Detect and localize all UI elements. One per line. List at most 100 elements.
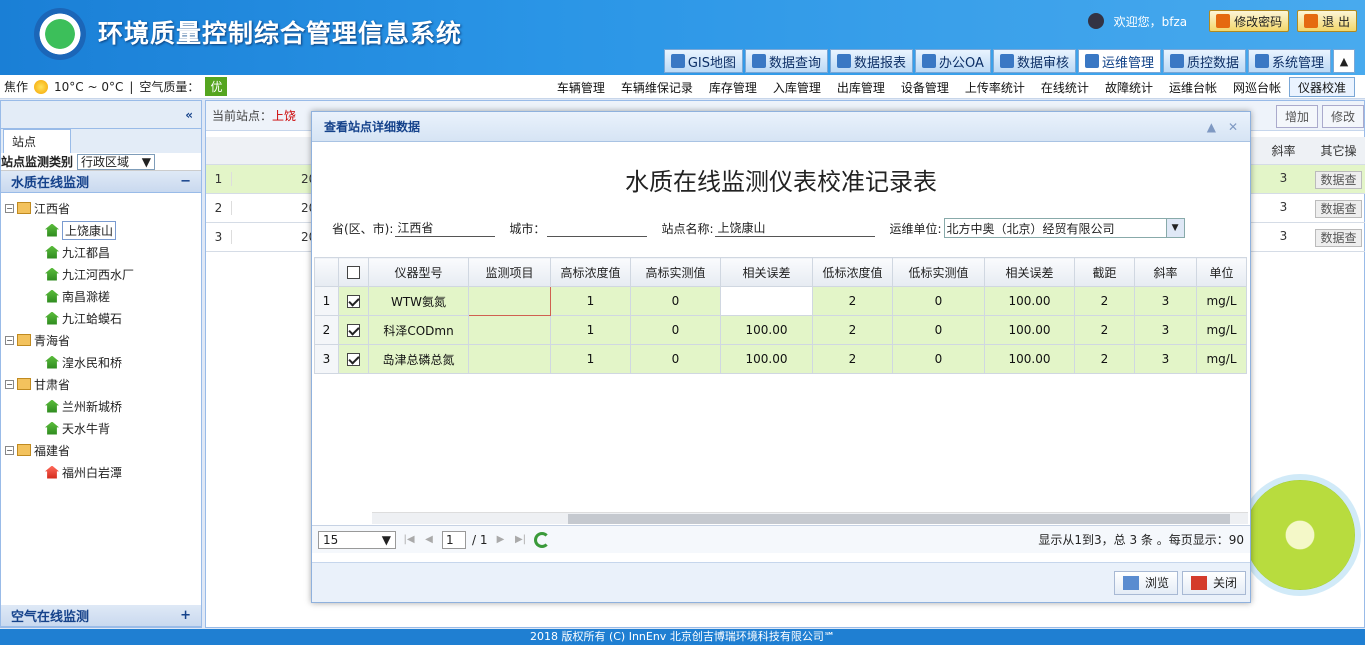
current-site-label: 当前站点： [212,109,273,123]
nav-tab-gis[interactable]: GIS地图 [663,49,743,73]
tab-site[interactable]: 站点 [3,129,71,153]
browse-button[interactable]: 浏览 [1113,570,1178,595]
edit-button[interactable]: 修改 [1321,105,1364,128]
audit-icon [999,54,1014,68]
nav-tab-data-query[interactable]: 数据查询 [745,49,829,73]
sun-icon [34,79,49,94]
collapse-sidebar-icon[interactable]: « [185,108,193,122]
minus-icon[interactable]: − [5,445,14,455]
site-name-field[interactable]: 上饶康山 [715,220,876,237]
quality-icon [1169,54,1184,68]
horizontal-scrollbar[interactable] [372,512,1248,524]
sidebar: « 站点 站点监测类别 行政区域 ▼ 水质在线监测 − − 江西省 上饶康山 九江都昌… [0,100,202,628]
page-number-input[interactable]: 1 [442,530,466,549]
nav-tab-maintenance[interactable]: 运维管理 [1077,49,1161,73]
close-button[interactable]: 关闭 [1181,570,1246,595]
last-page-icon[interactable]: ▶| [514,534,528,546]
site-filter-select[interactable]: 行政区域 ▼ [77,153,156,170]
subnav-patrol-ledger[interactable]: 网巡台帐 [1225,79,1289,96]
grid-header-row: 仪器型号 监测项目 高标浓度值 高标实测值 相关误差 低标浓度值 低标实测值 相… [314,257,1247,287]
subnav-stock-out[interactable]: 出库管理 [829,79,893,96]
tree-node-qinghai[interactable]: − 青海省 [5,329,201,351]
first-page-icon[interactable]: |◀ [402,534,416,546]
subnav-fault-stats[interactable]: 故障统计 [1097,79,1161,96]
close-icon [1190,575,1207,590]
expand-icon[interactable]: + [180,608,191,623]
view-data-button[interactable]: 数据查 [1315,228,1362,247]
prev-page-icon[interactable]: ◀ [422,534,436,546]
nav-tab-data-report[interactable]: 数据报表 [830,49,914,73]
collapse-up-icon[interactable]: ▲ [1333,49,1355,73]
sidebar-header: « [1,101,201,129]
row-checkbox[interactable] [347,295,360,308]
col-intercept: 截距 [1074,257,1135,287]
row-checkbox[interactable] [347,324,360,337]
table-row[interactable]: 3 岛津总磷总氮 1 0 100.00 2 0 100.00 2 3 mg/L [314,344,1247,374]
subnav-online-stats[interactable]: 在线统计 [1033,79,1097,96]
panel-water-monitoring[interactable]: 水质在线监测 − [1,171,201,193]
minimize-icon[interactable]: ▲ [1207,120,1216,134]
province-field[interactable]: 江西省 [395,220,496,237]
subnav-stock-in[interactable]: 入库管理 [765,79,829,96]
change-password-button[interactable]: 修改密码 [1209,10,1290,32]
minus-icon[interactable]: − [5,335,14,345]
tree-leaf-site[interactable]: 九江都昌 [5,241,201,263]
view-data-button[interactable]: 数据查 [1315,199,1362,218]
folder-icon [17,444,31,456]
subnav-instrument-calibration[interactable]: 仪器校准 [1288,77,1355,97]
site-icon [45,223,59,237]
tree-leaf-site[interactable]: 天水牛背 [5,417,201,439]
cell-editor[interactable] [720,286,813,316]
query-icon [752,54,766,68]
nav-tab-quality-data[interactable]: 质控数据 [1162,49,1246,73]
subnav-vehicle-maintenance[interactable]: 车辆维保记录 [613,79,701,96]
row-checkbox[interactable] [347,353,360,366]
minus-icon[interactable]: − [5,203,14,213]
subnav-vehicle[interactable]: 车辆管理 [549,79,613,96]
site-icon [45,355,59,369]
tree-leaf-site[interactable]: 上饶康山 [5,219,201,241]
tree-leaf-site[interactable]: 南昌滁槎 [5,285,201,307]
tree-leaf-site[interactable]: 兰州新城桥 [5,395,201,417]
add-button[interactable]: 增加 [1275,105,1318,128]
subnav-upload-rate[interactable]: 上传率统计 [957,79,1033,96]
calibration-detail-grid: 仪器型号 监测项目 高标浓度值 高标实测值 相关误差 低标浓度值 低标实测值 相… [314,257,1250,374]
nav-tab-data-audit[interactable]: 数据审核 [992,49,1076,73]
tree-leaf-site[interactable]: 湟水民和桥 [5,351,201,373]
subnav-equipment[interactable]: 设备管理 [893,79,957,96]
tree-node-jiangxi[interactable]: − 江西省 [5,197,201,219]
scrollbar-thumb[interactable] [568,514,1230,524]
next-page-icon[interactable]: ▶ [494,534,508,546]
total-pages: / 1 [472,532,488,547]
select-all-checkbox[interactable] [347,266,360,279]
subnav-inventory[interactable]: 库存管理 [701,79,765,96]
tree-node-gansu[interactable]: − 甘肃省 [5,373,201,395]
view-data-button[interactable]: 数据查 [1315,170,1362,189]
nav-tab-system[interactable]: 系统管理 [1247,49,1331,73]
logout-button[interactable]: 退 出 [1297,10,1357,32]
refresh-icon[interactable] [533,531,550,548]
dialog-titlebar: 查看站点详细数据 ▲ ✕ [312,112,1250,142]
tree-leaf-site[interactable]: 九江蛤蟆石 [5,307,201,329]
page-size-select[interactable]: 15 ▼ [318,530,396,549]
nav-tab-office-oa[interactable]: 办公OA [915,49,991,73]
panel-air-monitoring[interactable]: 空气在线监测 + [1,605,201,627]
col-slope: 斜率 [1134,257,1197,287]
subnav-maintenance-ledger[interactable]: 运维台帐 [1161,79,1225,96]
tree-node-fujian[interactable]: − 福建省 [5,439,201,461]
tree-leaf-site[interactable]: 九江河西水厂 [5,263,201,285]
collapse-icon[interactable]: − [180,174,191,189]
col-high-conc: 高标浓度值 [550,257,631,287]
close-icon[interactable]: ✕ [1228,120,1238,134]
site-icon [45,421,59,435]
app-title: 环境质量控制综合管理信息系统 [98,19,463,48]
city-field[interactable] [547,220,648,237]
table-row[interactable]: 1 WTW氨氮 1 0 2 0 100.00 2 3 mg/L [314,286,1247,316]
col-low-conc: 低标浓度值 [812,257,893,287]
table-row[interactable]: 2 科泽CODmn 1 0 100.00 2 0 100.00 2 3 mg/L [314,315,1247,345]
col-item: 监测项目 [468,257,551,287]
minus-icon[interactable]: − [5,379,14,389]
operation-unit-select[interactable]: 北方中奥（北京）经贸有限公司 ▼ [943,218,1185,238]
tree-leaf-site[interactable]: 福州白岩潭 [5,461,201,483]
pager-summary: 显示从1到3，总 3 条 。每页显示：90 [1038,533,1244,547]
